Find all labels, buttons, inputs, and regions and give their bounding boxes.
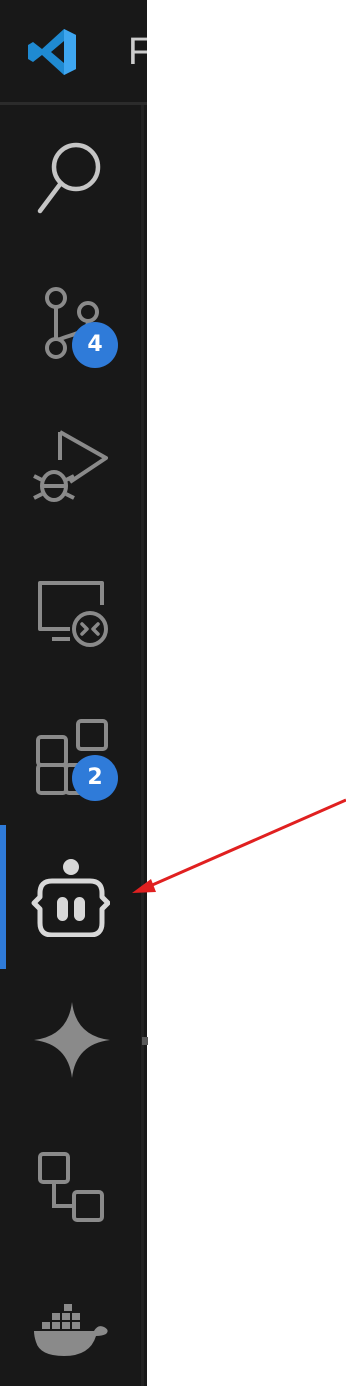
activity-item-gemini[interactable] xyxy=(0,970,141,1110)
sparkle-icon xyxy=(34,1002,110,1078)
sash-handle[interactable] xyxy=(142,1037,148,1045)
extensions-badge: 2 xyxy=(72,755,118,801)
activity-bar: F 4 xyxy=(0,0,147,1386)
sidebar-separator xyxy=(141,105,144,1386)
flow-icon xyxy=(38,1152,104,1222)
search-icon xyxy=(37,142,101,214)
activity-item-search[interactable] xyxy=(0,105,141,245)
activity-item-docker[interactable] xyxy=(0,1268,141,1386)
robot-icon xyxy=(31,859,110,937)
vscode-window-crop: F 4 xyxy=(0,0,346,1386)
window-title: F xyxy=(128,32,147,72)
active-indicator xyxy=(0,825,6,969)
activity-item-extensions[interactable]: 2 xyxy=(0,685,141,825)
activity-item-workflow[interactable] xyxy=(0,1120,141,1260)
source-control-badge: 4 xyxy=(72,322,118,368)
vscode-logo-icon xyxy=(28,29,76,75)
activity-item-run-debug[interactable] xyxy=(0,398,141,538)
remote-explorer-icon xyxy=(38,581,108,647)
docker-icon xyxy=(34,1304,108,1356)
activity-item-copilot-chat[interactable] xyxy=(0,825,141,969)
run-debug-icon xyxy=(33,430,108,502)
activity-item-source-control[interactable]: 4 xyxy=(0,252,141,392)
title-bar: F xyxy=(0,0,147,105)
activity-item-remote-explorer[interactable] xyxy=(0,545,141,685)
